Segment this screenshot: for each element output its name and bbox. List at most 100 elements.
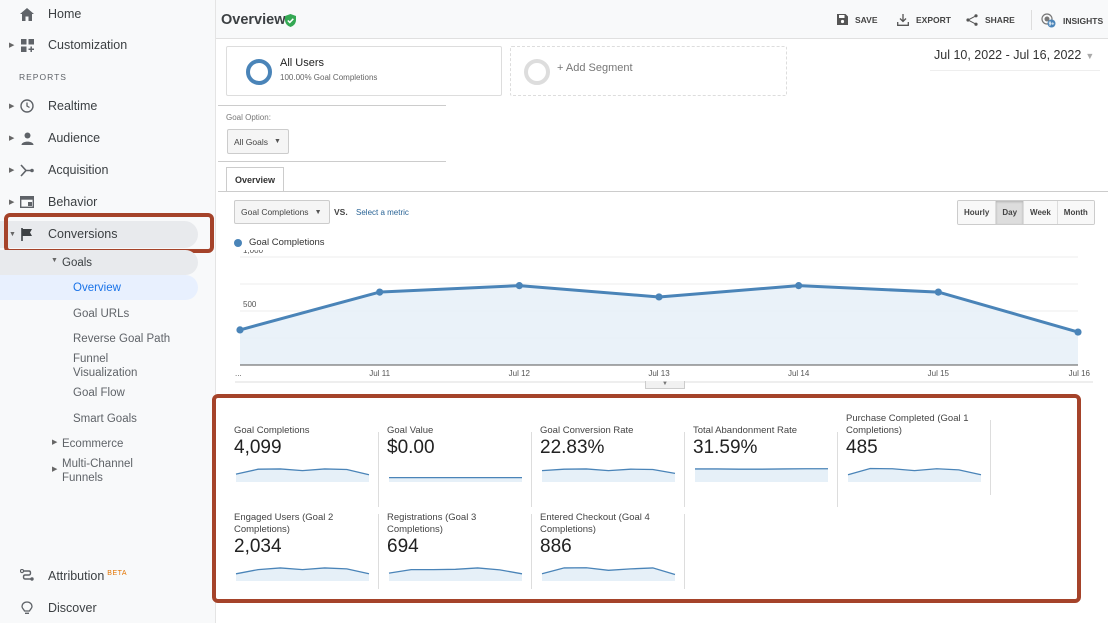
goal-option-select[interactable]: All Goals ▼ bbox=[227, 129, 289, 154]
sidebar-item-label: Realtime bbox=[48, 99, 98, 113]
scorecard-divider bbox=[990, 420, 991, 495]
sidebar-item-acquisition[interactable]: ▶ Acquisition bbox=[0, 156, 216, 184]
merge-icon bbox=[19, 162, 35, 178]
scorecard[interactable]: Goal Completions 4,099 bbox=[234, 420, 387, 507]
caret-right-icon: ▶ bbox=[52, 439, 58, 446]
sidebar-item-home[interactable]: Home bbox=[0, 0, 216, 28]
dashboard-icon bbox=[19, 37, 35, 53]
sidebar-item-discover[interactable]: Discover bbox=[0, 594, 216, 622]
sidebar-item-audience[interactable]: ▶ Audience bbox=[0, 124, 216, 152]
sidebar-item-customization[interactable]: ▶ Customization bbox=[0, 31, 216, 59]
data-point bbox=[515, 282, 523, 290]
scorecard[interactable]: Purchase Completed (Goal 1 Completions) 4… bbox=[846, 413, 999, 500]
granularity-toggle: Hourly Day Week Month bbox=[957, 200, 1095, 225]
sidebar-item-goals[interactable]: Goals bbox=[62, 256, 92, 270]
scorecard-value: 31.59% bbox=[693, 437, 758, 458]
download-icon bbox=[897, 14, 909, 26]
scorecard-sparkline bbox=[235, 468, 370, 482]
sidebar-item-behavior[interactable]: ▶ Behavior bbox=[0, 188, 216, 216]
sidebar-item-label: Behavior bbox=[48, 195, 98, 209]
sidebar-item-funnel-visualization[interactable]: Funnel Visualization bbox=[73, 352, 137, 380]
scorecard-value: 22.83% bbox=[540, 437, 605, 458]
data-point bbox=[236, 326, 244, 334]
chart-collapse-toggle[interactable]: ▼ bbox=[645, 381, 685, 389]
select-metric-link[interactable]: Select a metric bbox=[356, 208, 409, 217]
caret-right-icon: ▶ bbox=[9, 199, 15, 206]
date-range-label: Jul 10, 2022 - Jul 16, 2022 bbox=[934, 48, 1082, 62]
sidebar-item-multichannel-funnels[interactable]: Multi-Channel Funnels bbox=[62, 457, 133, 485]
scorecard-value: 485 bbox=[846, 437, 878, 458]
data-point bbox=[934, 288, 942, 296]
sidebar-item-smart-goals[interactable]: Smart Goals bbox=[73, 412, 137, 426]
scorecard[interactable]: Goal Conversion Rate 22.83% bbox=[540, 420, 693, 507]
scorecard-value: 4,099 bbox=[234, 437, 282, 458]
scorecard[interactable]: Engaged Users (Goal 2 Completions) 2,034 bbox=[234, 506, 387, 589]
scorecard-sparkline bbox=[695, 468, 828, 482]
tab-overview[interactable]: Overview bbox=[226, 167, 284, 191]
scorecard-label: Registrations (Goal 3 Completions) bbox=[387, 512, 477, 535]
sidebar-item-goals-overview[interactable]: Overview bbox=[73, 281, 121, 295]
clock-icon bbox=[19, 98, 35, 114]
primary-metric-select[interactable]: Goal Completions ▼ bbox=[234, 200, 330, 224]
legend-series-dot bbox=[234, 238, 242, 247]
sidebar-item-goal-urls[interactable]: Goal URLs bbox=[73, 307, 129, 321]
scorecard-label: Goal Value bbox=[387, 425, 434, 436]
granularity-day[interactable]: Day bbox=[995, 201, 1024, 224]
x-tick-label: Jul 14 bbox=[788, 369, 810, 378]
granularity-week[interactable]: Week bbox=[1023, 201, 1057, 224]
scorecard[interactable]: Goal Value $0.00 bbox=[387, 420, 540, 507]
add-segment-label: + Add Segment bbox=[557, 62, 633, 74]
date-range-picker[interactable]: Jul 10, 2022 - Jul 16, 2022 ▼ bbox=[934, 48, 1094, 62]
granularity-hourly[interactable]: Hourly bbox=[958, 201, 996, 224]
tab-baseline bbox=[218, 191, 1108, 192]
scorecard[interactable]: Total Abandonment Rate 31.59% bbox=[693, 420, 846, 507]
sidebar-item-goal-flow[interactable]: Goal Flow bbox=[73, 386, 125, 400]
caret-right-icon: ▶ bbox=[9, 103, 15, 110]
sidebar-item-label: Funnel bbox=[73, 353, 109, 365]
empty-segment-ring bbox=[524, 59, 550, 85]
scorecard-label: Goal Conversion Rate bbox=[540, 425, 634, 436]
segment-all-users[interactable]: All Users 100.00% Goal Completions bbox=[226, 46, 502, 96]
sidebar: Home ▶ Customization REPORTS ▶ Realtime … bbox=[0, 0, 216, 623]
scorecard-divider bbox=[837, 432, 838, 507]
add-segment-button[interactable]: + Add Segment bbox=[510, 46, 787, 96]
dropdown-arrow-icon: ▼ bbox=[274, 138, 281, 145]
scorecard-label: Total Abandonment Rate bbox=[693, 425, 798, 436]
sidebar-item-label: Visualization bbox=[73, 367, 138, 379]
scorecard-value: $0.00 bbox=[387, 437, 435, 458]
granularity-month[interactable]: Month bbox=[1056, 201, 1094, 224]
x-tick-label: Jul 12 bbox=[509, 369, 531, 378]
dropdown-arrow-icon: ▼ bbox=[1085, 51, 1095, 61]
caret-right-icon: ▶ bbox=[9, 42, 15, 49]
save-button[interactable]: SAVE bbox=[837, 14, 878, 25]
share-icon bbox=[966, 14, 978, 26]
scorecard-sparkline bbox=[235, 567, 370, 581]
sidebar-item-realtime[interactable]: ▶ Realtime bbox=[0, 92, 216, 120]
verified-shield-icon bbox=[285, 14, 296, 27]
lightbulb-icon bbox=[19, 600, 35, 616]
date-range-underline bbox=[930, 70, 1100, 71]
scorecard-divider bbox=[378, 432, 379, 507]
insights-button[interactable]: 9+ INSIGHTS bbox=[1041, 13, 1103, 28]
scorecard-value: 694 bbox=[387, 536, 419, 557]
scorecard-label: Entered Checkout (Goal 4 Completions) bbox=[540, 512, 650, 535]
scorecard[interactable]: Entered Checkout (Goal 4 Completions) 886 bbox=[540, 506, 693, 589]
sidebar-item-reverse-goal-path[interactable]: Reverse Goal Path bbox=[73, 332, 170, 346]
sidebar-item-label: Funnels bbox=[62, 472, 103, 484]
export-button[interactable]: EXPORT bbox=[897, 14, 951, 26]
attribution-icon bbox=[19, 568, 35, 584]
scorecard[interactable]: Registrations (Goal 3 Completions) 694 bbox=[387, 506, 540, 589]
legend-series-label: Goal Completions bbox=[249, 237, 325, 248]
sidebar-item-ecommerce[interactable]: Ecommerce bbox=[62, 437, 123, 451]
x-tick-label: Jul 11 bbox=[369, 369, 390, 378]
sidebar-item-label: Home bbox=[48, 7, 82, 21]
scorecard-value: 886 bbox=[540, 536, 572, 557]
share-button[interactable]: SHARE bbox=[966, 14, 1015, 26]
sidebar-item-attribution[interactable]: Attribution BETA bbox=[0, 562, 216, 590]
sparkline-area bbox=[389, 477, 522, 482]
chart-legend: Goal Completions bbox=[234, 237, 325, 248]
scorecard-sparkline bbox=[388, 567, 523, 581]
scorecard-divider bbox=[531, 514, 532, 589]
divider bbox=[218, 105, 446, 106]
y-tick-label: 1,000 bbox=[243, 250, 264, 255]
